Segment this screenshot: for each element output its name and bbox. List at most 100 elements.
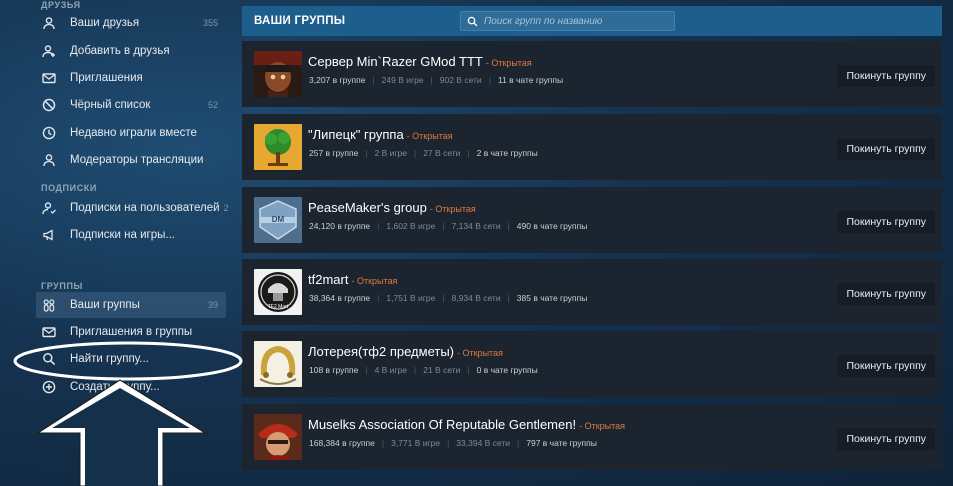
group-search-box[interactable]: [460, 11, 675, 31]
group-card[interactable]: "Липецк" группа - Открытая 257 в группе | …: [242, 114, 942, 180]
group-status: - Открытая: [429, 204, 476, 214]
online-count: 27 В сети: [423, 148, 461, 158]
groups-header: ВАШИ ГРУППЫ: [242, 6, 942, 36]
leave-group-button[interactable]: Покинуть группу: [837, 138, 935, 160]
leave-group-button[interactable]: Покинуть группу: [837, 211, 935, 233]
members-count: 38,364 в группе: [309, 293, 371, 303]
group-name[interactable]: Сервер Min`Razer GMod TTT: [308, 54, 483, 69]
sidebar-item-label: Модераторы трансляции: [70, 154, 204, 166]
group-status: - Открытая: [406, 131, 453, 141]
group-card[interactable]: DM PeaseMaker's group - Открытая 24,120 в…: [242, 187, 942, 253]
group-stats: 108 в группе | 4 В игре | 21 В сети | 0 в ч…: [309, 365, 538, 375]
group-stats: 24,120 в группе | 1,602 В игре | 7,134 В с…: [309, 221, 588, 231]
sidebar-item-add-friend[interactable]: Добавить в друзья: [36, 38, 226, 64]
search-icon: [42, 352, 56, 366]
sidebar-item-invitations[interactable]: Приглашения: [36, 65, 226, 91]
in-game-count: 1,751 В игре: [386, 293, 436, 303]
group-icon: [42, 298, 56, 312]
leave-group-button[interactable]: Покинуть группу: [837, 428, 935, 450]
group-name[interactable]: "Липецк" группа: [308, 127, 404, 142]
tf2mart-logo-text: TF2 Mart: [268, 304, 289, 310]
group-card[interactable]: TF2 Mart tf2mart - Открытая 38,364 в груп…: [242, 259, 942, 325]
online-count: 33,394 В сети: [456, 438, 511, 448]
clock-icon: [42, 126, 56, 140]
block-icon: [42, 98, 56, 112]
sidebar-item-label: Приглашения в группы: [70, 326, 193, 338]
leave-group-button[interactable]: Покинуть группу: [837, 65, 935, 87]
online-count: 7,134 В сети: [451, 221, 501, 231]
sidebar: ДРУЗЬЯ Ваши друзья 355 Добавить в друзья…: [0, 0, 232, 486]
group-status: - Открытая: [351, 276, 398, 286]
online-count: 8,934 В сети: [451, 293, 501, 303]
group-avatar[interactable]: [254, 341, 302, 387]
envelope-icon: [42, 71, 56, 85]
plus-circle-icon: [42, 380, 56, 394]
members-count: 108 в группе: [309, 365, 359, 375]
sidebar-item-label: Чёрный список: [70, 99, 151, 111]
in-game-count: 2 В игре: [374, 148, 407, 158]
sidebar-item-broadcast-moderators[interactable]: Модераторы трансляции: [36, 147, 226, 173]
group-stats: 257 в группе | 2 В игре | 27 В сети | 2 в ч…: [309, 148, 538, 158]
sidebar-item-blacklist[interactable]: Чёрный список 52: [36, 92, 226, 118]
sidebar-item-label: Подписки на игры...: [70, 229, 175, 241]
group-name[interactable]: Muselks Association Of Reputable Gentlem…: [308, 417, 576, 432]
friends-count: 355: [202, 18, 218, 28]
group-status: - Открытая: [485, 58, 532, 68]
group-stats: 3,207 в группе | 249 В игре | 902 В сети | …: [309, 75, 564, 85]
group-avatar[interactable]: TF2 Mart: [254, 269, 302, 315]
sidebar-item-find-group[interactable]: Найти группу...: [36, 346, 226, 372]
group-stats: 168,384 в группе | 3,771 В игре | 33,394 В…: [309, 438, 597, 448]
sidebar-item-label: Ваши группы: [70, 299, 140, 311]
leave-group-button[interactable]: Покинуть группу: [837, 283, 935, 305]
chat-count: 490 в чате группы: [516, 221, 588, 231]
groups-count: 39: [207, 300, 218, 310]
sidebar-item-group-invitations[interactable]: Приглашения в группы: [36, 319, 226, 345]
members-count: 3,207 в группе: [309, 75, 366, 85]
sidebar-item-your-friends[interactable]: Ваши друзья 355: [36, 10, 226, 36]
in-game-count: 3,771 В игре: [391, 438, 441, 448]
sidebar-item-your-groups[interactable]: Ваши группы 39: [36, 292, 226, 318]
leave-group-button[interactable]: Покинуть группу: [837, 355, 935, 377]
chat-count: 385 в чате группы: [516, 293, 588, 303]
in-game-count: 249 В игре: [381, 75, 424, 85]
search-input[interactable]: [484, 15, 669, 27]
in-game-count: 1,602 В игре: [386, 221, 436, 231]
blacklist-count: 52: [207, 100, 218, 110]
sidebar-item-user-follows[interactable]: Подписки на пользователей 2: [36, 195, 229, 221]
sidebar-item-label: Ваши друзья: [70, 17, 140, 29]
user-icon: [42, 16, 56, 30]
group-avatar[interactable]: [254, 414, 302, 460]
chat-count: 0 в чате группы: [476, 365, 538, 375]
sidebar-item-label: Создать группу...: [70, 381, 160, 393]
sidebar-item-recently-played[interactable]: Недавно играли вместе: [36, 120, 226, 146]
group-name[interactable]: Лотерея(тф2 предметы): [308, 344, 454, 359]
add-user-icon: [42, 44, 56, 58]
chat-count: 797 в чате группы: [526, 438, 597, 448]
sidebar-item-create-group[interactable]: Создать группу...: [36, 374, 226, 400]
svg-text:DM: DM: [272, 215, 285, 224]
group-avatar[interactable]: DM: [254, 197, 302, 243]
group-card[interactable]: Лотерея(тф2 предметы) - Открытая 108 в гр…: [242, 331, 942, 397]
search-icon: [467, 16, 478, 26]
members-count: 257 в группе: [309, 148, 359, 158]
group-name[interactable]: tf2mart: [308, 272, 348, 287]
group-card[interactable]: Muselks Association Of Reputable Gentlem…: [242, 404, 942, 470]
chat-count: 11 в чате группы: [497, 75, 564, 85]
megaphone-icon: [42, 228, 56, 242]
page-title: ВАШИ ГРУППЫ: [254, 15, 346, 27]
group-status: - Открытая: [579, 421, 626, 431]
group-avatar[interactable]: [254, 124, 302, 170]
members-count: 24,120 в группе: [309, 221, 371, 231]
group-stats: 38,364 в группе | 1,751 В игре | 8,934 В с…: [309, 293, 588, 303]
group-avatar[interactable]: [254, 51, 302, 97]
sidebar-item-label: Приглашения: [70, 72, 143, 84]
subs-section-label: ПОДПИСКИ: [41, 183, 97, 193]
group-name[interactable]: PeaseMaker's group: [308, 200, 427, 215]
sidebar-item-label: Недавно играли вместе: [70, 127, 197, 139]
online-count: 902 В сети: [439, 75, 482, 85]
sidebar-item-label: Найти группу...: [70, 353, 149, 365]
sidebar-item-label: Подписки на пользователей: [70, 202, 220, 214]
members-count: 168,384 в группе: [309, 438, 375, 448]
group-card[interactable]: Сервер Min`Razer GMod TTT - Открытая 3,20…: [242, 41, 942, 107]
sidebar-item-game-follows[interactable]: Подписки на игры...: [36, 222, 226, 248]
